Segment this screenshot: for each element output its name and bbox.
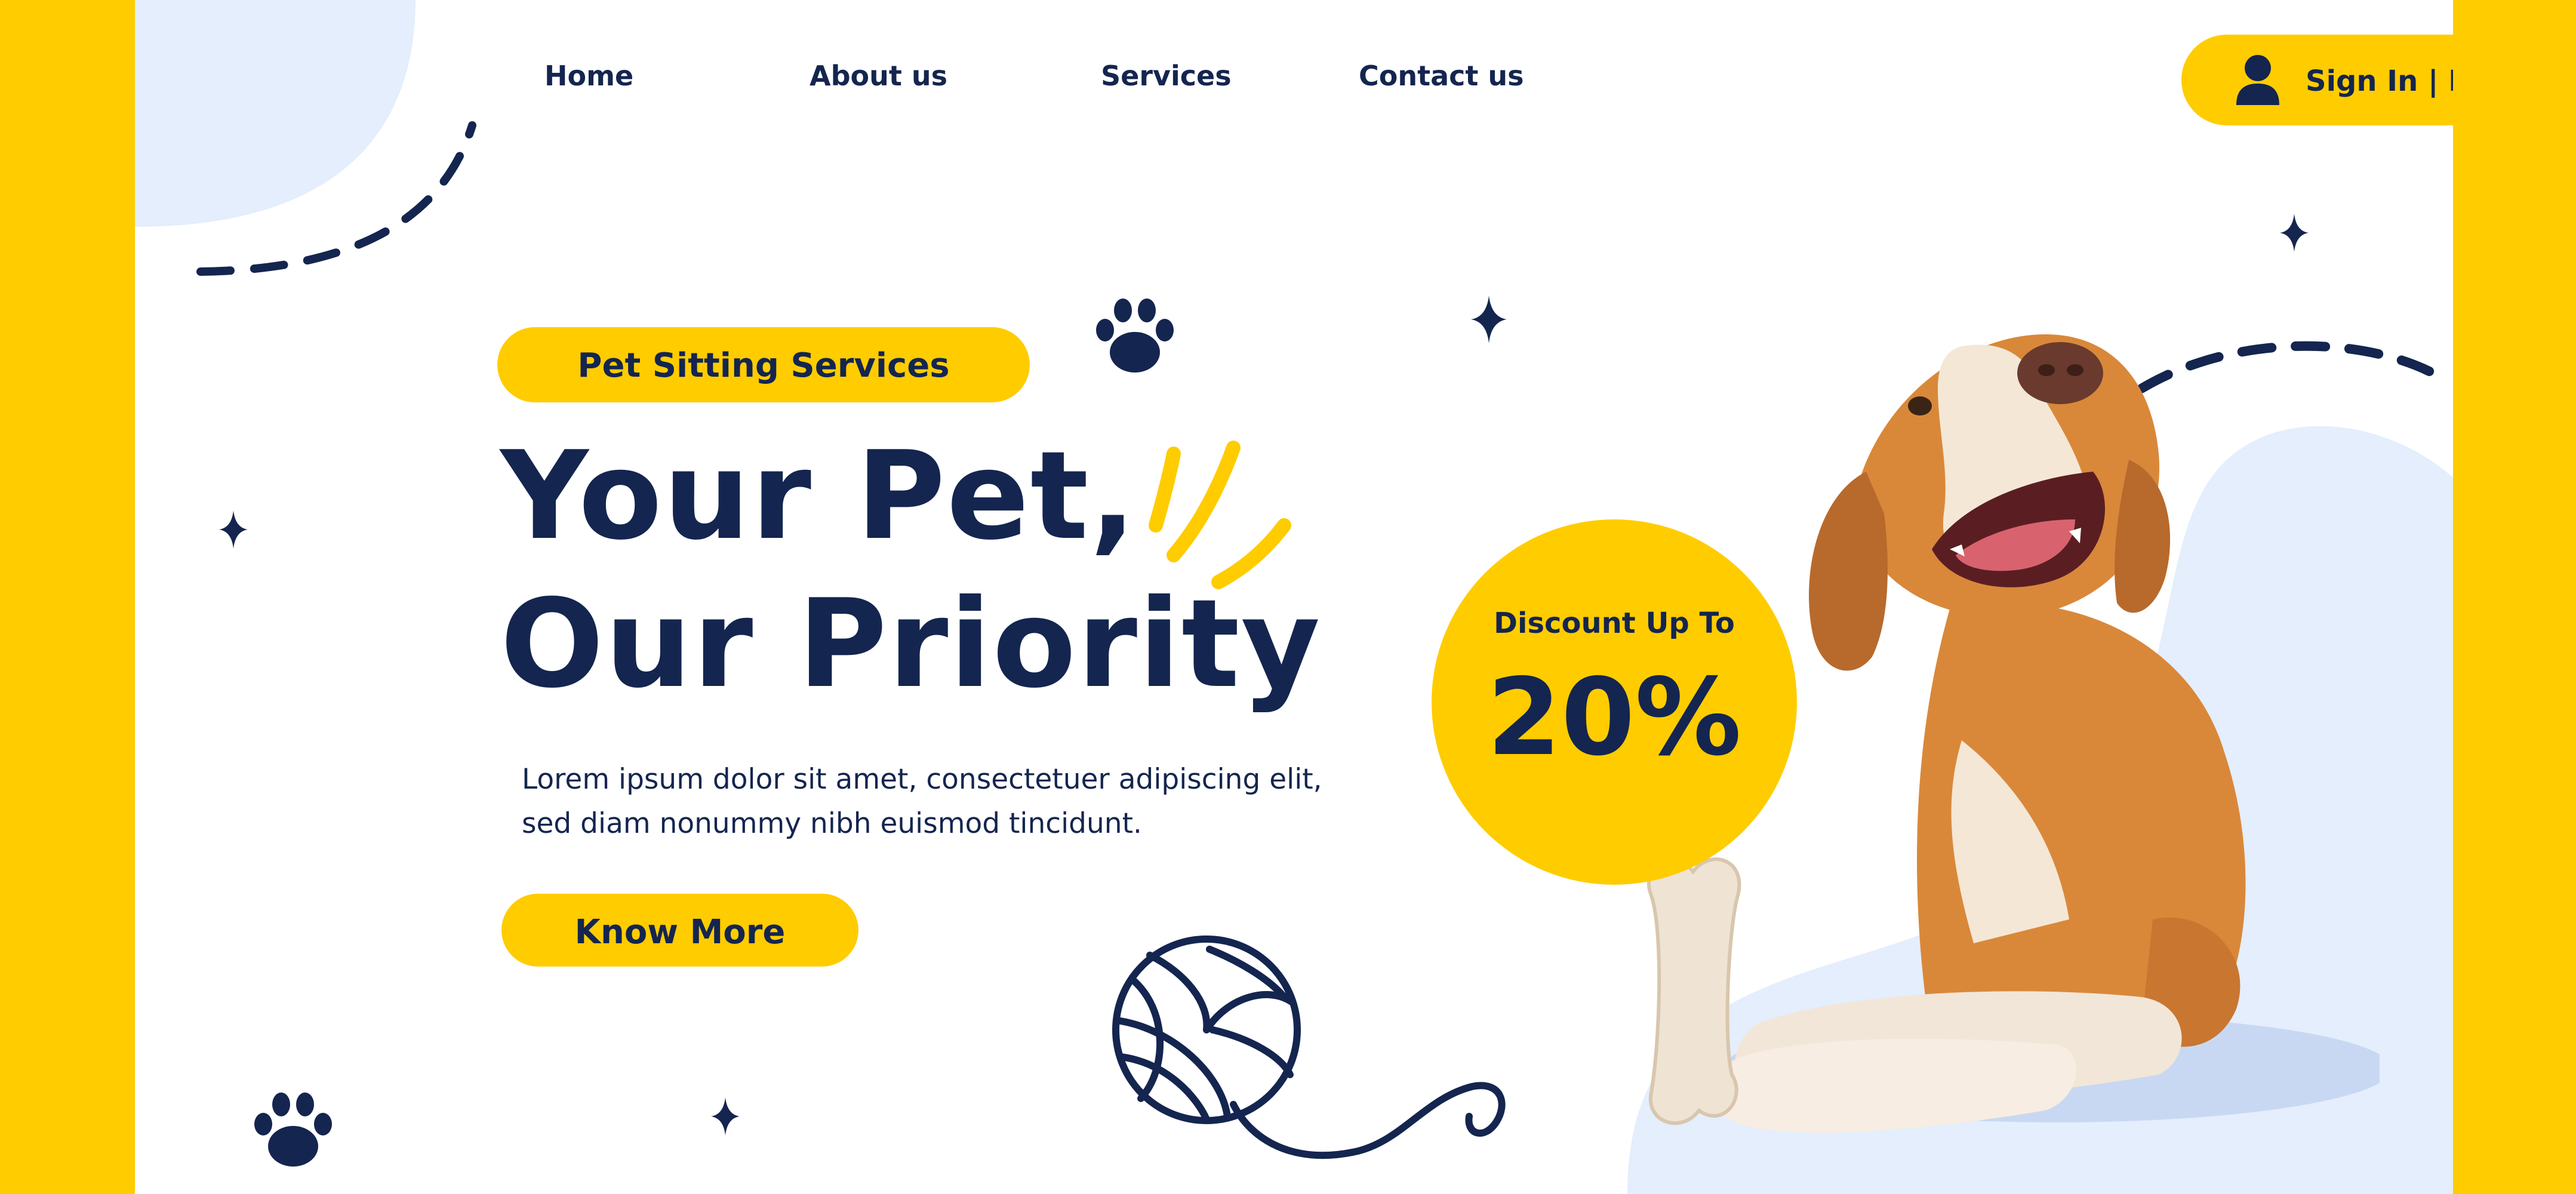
service-tag-label: Pet Sitting Services [577,346,950,385]
nav-home-link[interactable]: Home [544,60,633,92]
main-panel: Home About us Services Contact us Sign I… [135,0,2453,1194]
body-text-line-1: Lorem ipsum dolor sit amet, consectetuer… [522,763,1322,796]
motion-lines-icon [1149,441,1291,589]
signin-label: Sign In | Log In [2306,64,2453,98]
know-more-button[interactable]: Know More [501,894,858,967]
headline-line-1: Your Pet, [500,426,1137,567]
signin-button[interactable]: Sign In | Log In [2181,35,2453,125]
sparkle-icon [1471,296,1507,343]
paw-icon [1096,298,1174,373]
sparkle-icon [711,1097,740,1135]
sparkle-icon [219,510,248,549]
body-text-line-2: sed diam nonummy nibh euismod tincidunt. [522,807,1142,840]
discount-badge: Discount Up To 20% [1432,519,1797,885]
landing-page: Home About us Services Contact us Sign I… [0,0,2576,1194]
nav-services-link[interactable]: Services [1101,60,1232,92]
dashed-arc-icon [196,121,476,276]
paw-icon [254,1093,332,1167]
service-tag: Pet Sitting Services [497,327,1030,402]
user-icon [2236,55,2279,105]
sparkle-icon [2280,214,2309,252]
discount-label: Discount Up To [1494,607,1735,640]
nav-about-link[interactable]: About us [810,60,947,92]
yarn-ball-icon [1112,935,1506,1159]
know-more-label: Know More [574,913,786,952]
nav-contact-link[interactable]: Contact us [1359,60,1524,92]
discount-value: 20% [1486,656,1742,779]
